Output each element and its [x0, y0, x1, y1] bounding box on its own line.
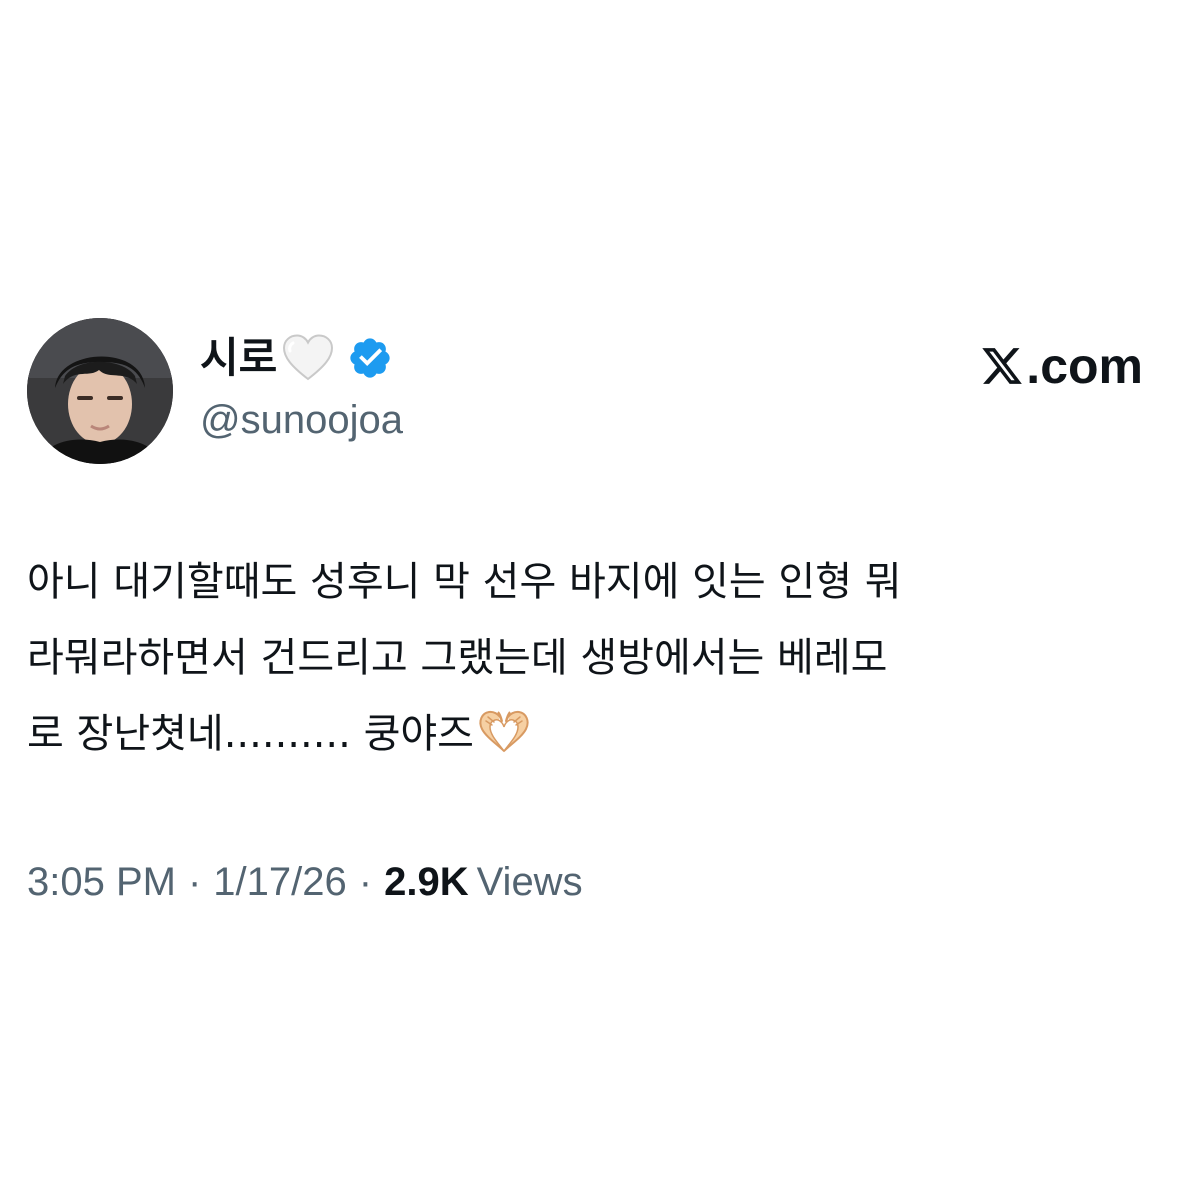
meta-separator: · [187, 860, 202, 904]
verified-badge-icon[interactable] [347, 335, 393, 381]
tweet-time[interactable]: 3:05 PM [27, 860, 176, 904]
tweet-text-line: 라뭐라하면서 건드리고 그랬는데 생방에서는 베레모 [27, 635, 888, 681]
heart-hands-icon [476, 702, 532, 753]
x-logo-icon [980, 344, 1024, 388]
views-label: Views [476, 860, 583, 904]
avatar-photo [27, 318, 173, 464]
tweet-text-line-content: 로 장난쳣네.......... 쿵야즈 [27, 711, 474, 757]
white-heart-icon [281, 333, 335, 383]
brand-text: .com [1026, 338, 1143, 394]
name-row: 시로 [200, 330, 403, 386]
display-name[interactable]: 시로 [200, 330, 277, 386]
author-identity: 시로 @sunoojoa [200, 330, 403, 444]
views-count[interactable]: 2.9K [384, 860, 469, 904]
tweet-text-line-last: 로 장난쳣네.......... 쿵야즈 [27, 696, 1167, 772]
brand-watermark: .com [980, 336, 1143, 396]
author-handle[interactable]: @sunoojoa [200, 396, 403, 444]
tweet-date[interactable]: 1/17/26 [213, 860, 346, 904]
tweet-text: 아니 대기할때도 성후니 막 선우 바지에 잇는 인형 뭐 라뭐라하면서 건드리… [27, 544, 1167, 772]
meta-separator: · [358, 860, 373, 904]
tweet-text-line: 아니 대기할때도 성후니 막 선우 바지에 잇는 인형 뭐 [27, 559, 902, 605]
tweet-card: 시로 @sunoojoa .com 아니 대기할때도 성후니 막 선우 바지에 … [0, 0, 1200, 1200]
avatar[interactable] [27, 318, 173, 464]
tweet-meta: 3:05 PM · 1/17/26 · 2.9K Views [27, 856, 583, 908]
